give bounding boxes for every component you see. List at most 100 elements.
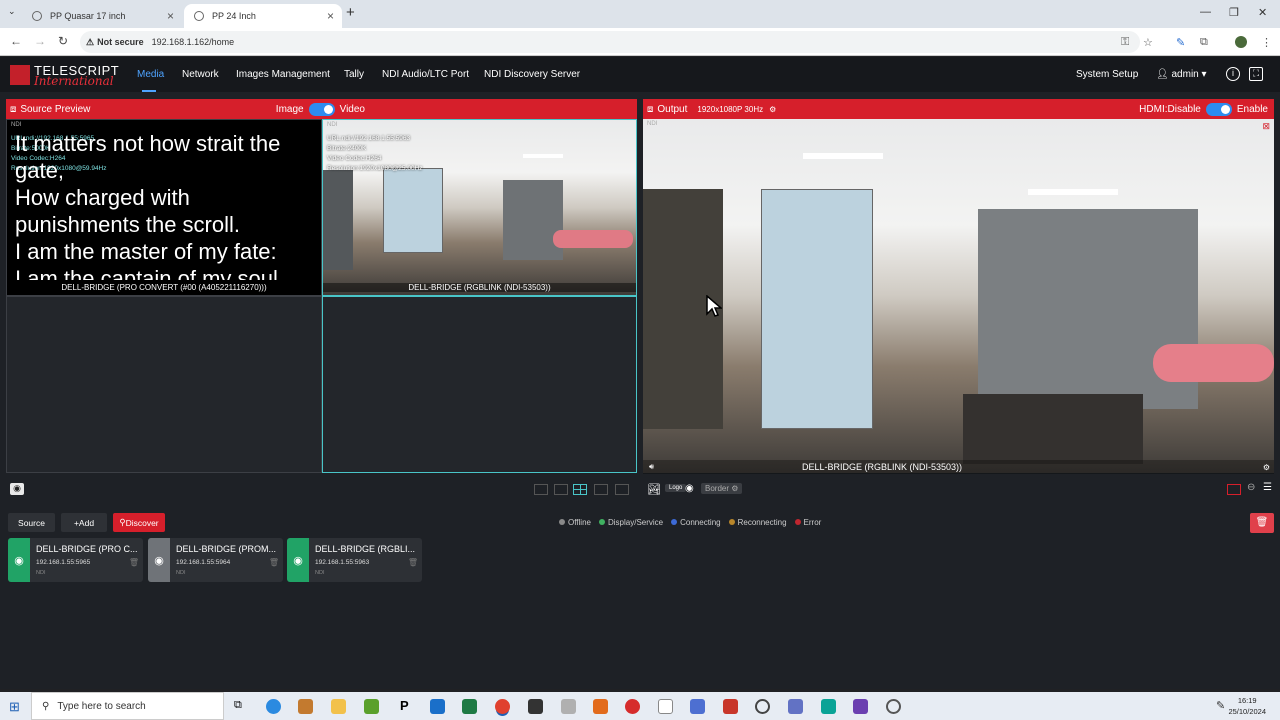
layout-9-icon[interactable]	[594, 484, 608, 495]
app-icon[interactable]	[298, 699, 313, 714]
nav-tally[interactable]: Tally	[344, 69, 364, 80]
file-explorer-icon[interactable]	[331, 699, 346, 714]
logo-button[interactable]: Logo	[665, 484, 687, 492]
system-setup-link[interactable]: System Setup	[1076, 69, 1138, 80]
volume-icon[interactable]: 🔊︎	[649, 462, 654, 472]
app-icon[interactable]	[593, 699, 608, 714]
delete-sources-button[interactable]: 🗑︎	[1250, 513, 1274, 533]
user-name: admin	[1171, 69, 1199, 80]
back-icon[interactable]: ←	[10, 34, 22, 48]
not-secure-badge[interactable]: ⚠ Not secure	[86, 37, 144, 48]
hdmi-toggle[interactable]	[1205, 102, 1232, 116]
info-icon[interactable]: i	[1226, 67, 1240, 81]
image-video-toggle[interactable]	[308, 102, 335, 116]
extension-edit-icon[interactable]: ✎	[1176, 36, 1185, 49]
address-bar[interactable]: ⚠ Not secure 192.168.1.162/home	[80, 31, 1140, 53]
output-toolbar: 🏞︎ Logo ◉ Border ⚙ ⊖ ☰	[643, 481, 1274, 499]
nav-images-management[interactable]: Images Management	[236, 69, 330, 80]
source-button[interactable]: Source	[8, 513, 55, 532]
card-delete-icon[interactable]: 🗑︎	[269, 558, 279, 567]
browser-tab-2[interactable]: PP 24 Inch ×	[184, 4, 342, 28]
lyric-line: It matters not how strait the gate,	[15, 131, 281, 183]
layout-2-icon[interactable]	[554, 484, 568, 495]
menu-kebab-icon[interactable]: ⋮	[1261, 36, 1272, 49]
minimize-icon[interactable]: —	[1200, 6, 1211, 18]
discover-button[interactable]: ⚲ Discover	[113, 513, 165, 532]
image-icon[interactable]: 🏞︎	[647, 483, 661, 496]
reload-icon[interactable]: ↻	[58, 34, 68, 48]
close-tab-icon[interactable]: ×	[167, 9, 174, 23]
hdmi-label: HDMI:Disable	[1139, 103, 1201, 115]
chrome-icon[interactable]	[495, 699, 510, 714]
add-button[interactable]: +Add	[61, 513, 107, 532]
minus-circle-icon[interactable]: ⊖	[1247, 482, 1255, 493]
camera-icon: ◉	[287, 538, 309, 582]
preview-cell-3[interactable]	[6, 296, 322, 473]
notepad-icon[interactable]	[658, 699, 673, 714]
task-view-icon[interactable]: ⧉	[234, 699, 242, 712]
border-button[interactable]: Border ⚙	[701, 483, 743, 494]
app-icon[interactable]	[561, 699, 576, 714]
eye-icon[interactable]: ◉	[685, 483, 694, 494]
pen-icon[interactable]: ✎	[1216, 699, 1225, 712]
output-settings-icon[interactable]: ⚙	[769, 105, 776, 114]
windows-start-icon[interactable]: ⊞	[9, 699, 20, 715]
fullscreen-icon[interactable]: ⛶	[1249, 67, 1263, 81]
user-menu[interactable]: 👤︎ admin ▾	[1156, 69, 1207, 80]
card-delete-icon[interactable]: 🗑︎	[129, 558, 139, 567]
source-card[interactable]: ◉ DELL-BRIDGE (PROM... 192.168.1.55:5964…	[148, 538, 283, 582]
video-map	[761, 189, 873, 429]
app-icon[interactable]	[755, 699, 770, 714]
nav-ndi-discovery[interactable]: NDI Discovery Server	[484, 69, 580, 80]
preview-cell-1[interactable]: NDI URL:ndi://192.168.1.55:5965 Bitrate:…	[6, 119, 322, 296]
info-resolution: Resolution:1920x1080@25.00Hz	[327, 165, 423, 172]
extensions-puzzle-icon[interactable]: ⧉	[1200, 36, 1208, 49]
forward-icon[interactable]: →	[34, 34, 46, 48]
output-video[interactable]: NDI ⊠	[643, 119, 1274, 473]
close-window-icon[interactable]: ✕	[1258, 6, 1267, 19]
app-icon[interactable]	[690, 699, 705, 714]
layout-16-icon[interactable]	[615, 484, 629, 495]
layout-1-icon[interactable]	[534, 484, 548, 495]
nav-media[interactable]: Media	[137, 69, 164, 80]
outlook-icon[interactable]	[430, 699, 445, 714]
app-icon[interactable]	[788, 699, 803, 714]
card-ip: 192.168.1.55:5965	[36, 559, 91, 566]
edge-icon[interactable]	[266, 699, 281, 714]
browser-tab-1[interactable]: PP Quasar 17 inch ×	[22, 4, 182, 28]
nav-ndi-audio-ltc[interactable]: NDI Audio/LTC Port	[382, 69, 469, 80]
app-icon[interactable]	[886, 699, 901, 714]
user-icon: 👤︎	[1156, 69, 1172, 80]
output-gear-icon[interactable]: ⚙	[1263, 463, 1270, 472]
source-card[interactable]: ◉ DELL-BRIDGE (RGBLI... 192.168.1.55:596…	[287, 538, 422, 582]
sliders-icon[interactable]: ☰	[1263, 482, 1272, 493]
output-close-icon[interactable]: ⊠	[1262, 121, 1270, 132]
record-box-icon[interactable]	[1227, 484, 1241, 495]
app-p-icon[interactable]: P	[400, 698, 409, 713]
card-delete-icon[interactable]: 🗑︎	[408, 558, 418, 567]
profile-avatar[interactable]	[1235, 36, 1247, 48]
preview-icon: ⧈	[10, 103, 17, 115]
preview-cell-4[interactable]	[322, 296, 637, 473]
app-icon[interactable]	[625, 699, 640, 714]
bookmark-star-icon[interactable]: ☆	[1143, 36, 1153, 49]
new-tab-button[interactable]: +	[346, 4, 355, 21]
eye-icon[interactable]: ◉	[10, 483, 24, 495]
powerpoint-icon[interactable]	[723, 699, 738, 714]
app-icon[interactable]	[364, 699, 379, 714]
app-icon[interactable]	[528, 699, 543, 714]
layout-4-icon[interactable]	[573, 484, 587, 495]
close-tab-icon[interactable]: ×	[327, 9, 334, 23]
restore-icon[interactable]: ❐	[1229, 6, 1239, 19]
nav-network[interactable]: Network	[182, 69, 219, 80]
taskbar-clock[interactable]: 16:19 25/10/2024	[1228, 695, 1266, 717]
app-icon[interactable]	[853, 699, 868, 714]
password-key-icon[interactable]: ⚿	[1121, 36, 1129, 49]
preview-cell-2[interactable]: NDI URL:ndi://192.168.1.55:5963 Bitrate:…	[322, 119, 637, 296]
app-icon[interactable]	[821, 699, 836, 714]
status-legend: Offline Display/Service Connecting Recon…	[559, 518, 821, 527]
source-card[interactable]: ◉ DELL-BRIDGE (PRO C... 192.168.1.55:596…	[8, 538, 143, 582]
taskbar-search[interactable]: ⚲ Type here to search	[31, 692, 224, 720]
excel-icon[interactable]	[462, 699, 477, 714]
tab-search-dropdown-icon[interactable]: ⌄	[8, 6, 16, 17]
